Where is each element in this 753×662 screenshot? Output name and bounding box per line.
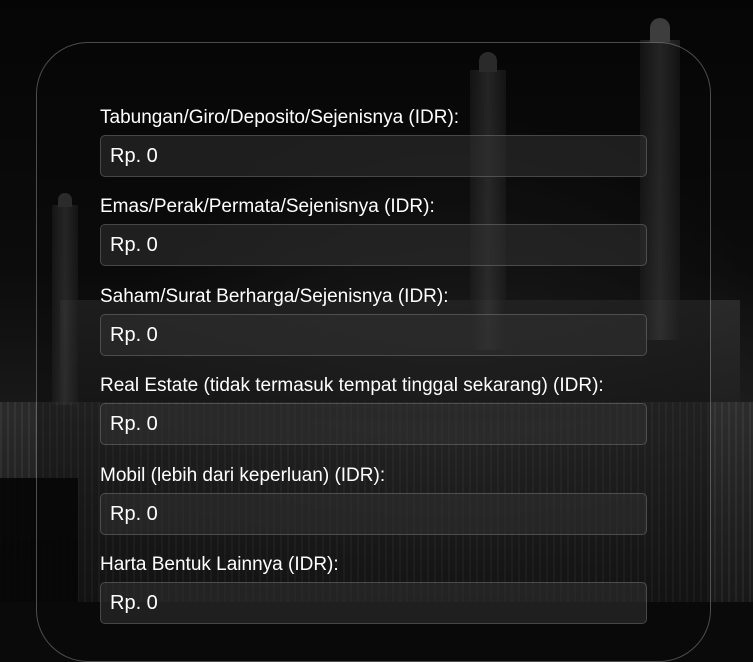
field-label-mobil: Mobil (lebih dari keperluan) (IDR):: [100, 465, 386, 486]
emas-input[interactable]: [100, 224, 647, 266]
field-label-harta-lainnya: Harta Bentuk Lainnya (IDR):: [100, 554, 339, 575]
field-mobil: Mobil (lebih dari keperluan) (IDR):: [100, 465, 647, 535]
field-emas: Emas/Perak/Permata/Sejenisnya (IDR):: [100, 196, 647, 266]
real-estate-input[interactable]: [100, 403, 647, 445]
field-label-tabungan: Tabungan/Giro/Deposito/Sejenisnya (IDR):: [100, 107, 460, 128]
field-label-saham: Saham/Surat Berharga/Sejenisnya (IDR):: [100, 286, 449, 307]
field-label-emas: Emas/Perak/Permata/Sejenisnya (IDR):: [100, 196, 435, 217]
tabungan-input[interactable]: [100, 135, 647, 177]
field-harta-lainnya: Harta Bentuk Lainnya (IDR):: [100, 554, 647, 624]
field-real-estate: Real Estate (tidak termasuk tempat tingg…: [100, 375, 647, 445]
saham-input[interactable]: [100, 314, 647, 356]
field-label-real-estate: Real Estate (tidak termasuk tempat tingg…: [100, 375, 604, 396]
mobil-input[interactable]: [100, 493, 647, 535]
field-tabungan: Tabungan/Giro/Deposito/Sejenisnya (IDR):: [100, 107, 647, 177]
harta-lainnya-input[interactable]: [100, 582, 647, 624]
field-saham: Saham/Surat Berharga/Sejenisnya (IDR):: [100, 286, 647, 356]
